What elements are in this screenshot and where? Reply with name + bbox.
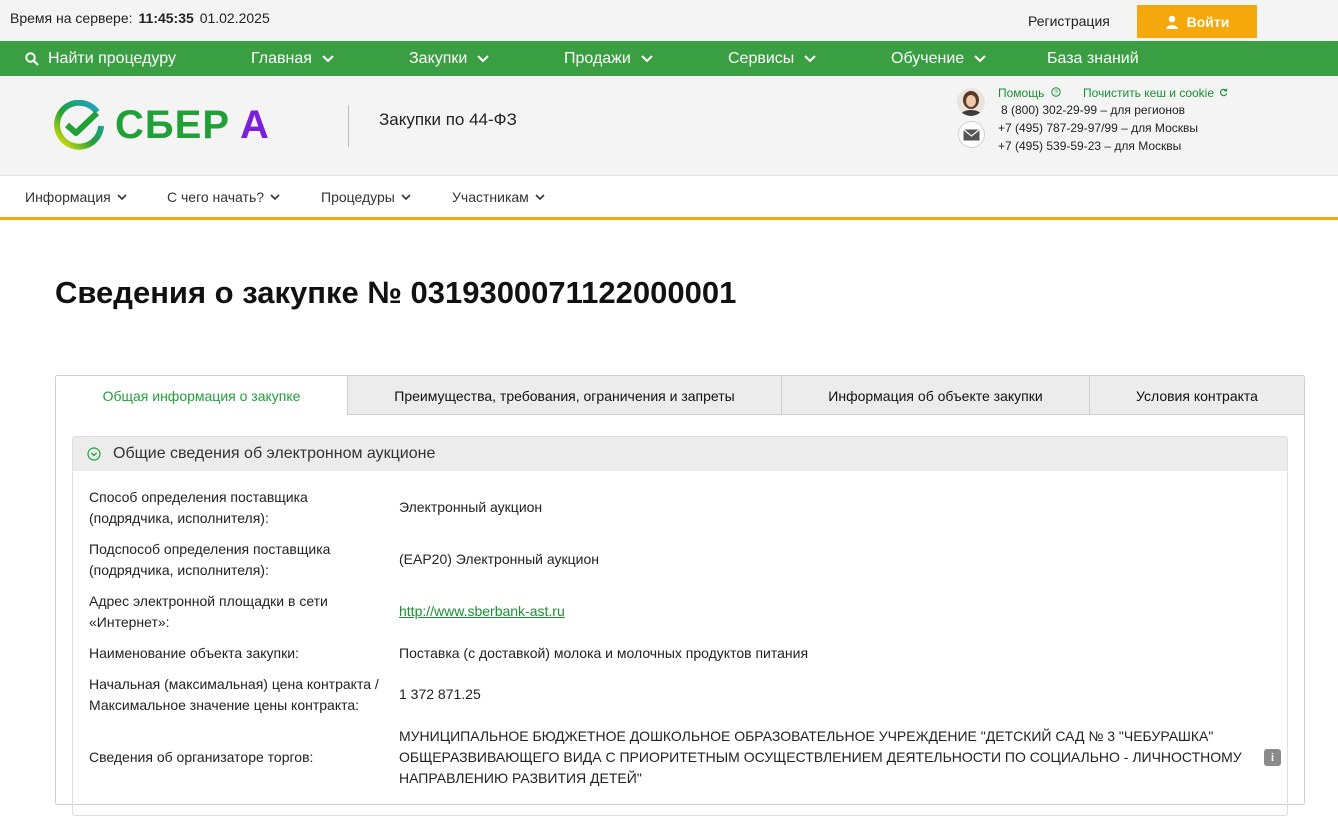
phone-moscow-1: +7 (495) 787-29-97/99 – для Москвы [998,121,1198,135]
subnav-procedures[interactable]: Процедуры [321,177,411,217]
help-circle-icon: ? [1051,87,1061,97]
server-clock: 11:45:35 [138,10,194,26]
field-value: Поставка (с доставкой) молока и молочных… [399,645,809,661]
nav-knowledge-base-label: База знаний [1047,49,1139,67]
server-time: Время на сервере: 11:45:35 01.02.2025 [10,10,270,26]
chevron-down-icon [270,193,280,200]
field-value: МУНИЦИПАЛЬНОЕ БЮДЖЕТНОЕ ДОШКОЛЬНОЕ ОБРАЗ… [399,728,1242,786]
nav-purchases[interactable]: Закупки [409,41,490,76]
tab-general-info[interactable]: Общая информация о закупке [56,376,347,416]
site-subtitle: Закупки по 44-ФЗ [379,110,517,129]
logo-word: СБЕР [115,103,230,147]
nav-purchases-label: Закупки [409,49,468,67]
field-label: Наименование объекта закупки: [89,645,299,661]
tab-bar: Общая информация о закупке Преимущества,… [56,376,1304,416]
field-label: Подспособ определения поставщика (подряд… [89,541,331,578]
site-header: СБЕР А Закупки по 44-ФЗ Помощь ? Почистит… [0,76,1338,176]
help-label: Помощь [998,86,1045,100]
chevron-down-icon [804,54,817,62]
chevron-down-icon [641,54,653,62]
field-label: Сведения об организаторе торгов: [89,749,314,765]
field-value: (ЕАР20) Электронный аукцион [399,551,599,567]
mail-icon[interactable] [958,121,985,148]
login-label: Войти [1186,13,1230,30]
nav-services-label: Сервисы [728,49,795,67]
nav-training[interactable]: Обучение [891,41,986,76]
nav-knowledge-base[interactable]: База знаний [1047,41,1139,76]
collapse-circle-icon [87,447,101,461]
sub-nav: Информация С чего начать? Процедуры Учас… [0,177,1338,220]
platform-link[interactable]: http://www.sberbank-ast.ru [399,601,565,622]
subnav-getting-started-label: С чего начать? [167,189,265,205]
phone-moscow-2: +7 (495) 539-59-23 – для Москвы [998,139,1182,153]
user-icon [1165,15,1178,29]
tab-advantages-requirements[interactable]: Преимущества, требования, ограничения и … [347,376,781,415]
clear-cache-link[interactable]: Почистить кеш и cookie [1083,86,1228,100]
chevron-down-icon [322,54,334,62]
clear-cache-label: Почистить кеш и cookie [1083,86,1215,100]
info-icon[interactable]: i [1264,749,1281,766]
register-link[interactable]: Регистрация [1028,13,1110,29]
support-operator-icon [957,88,985,116]
nav-main-label: Главная [251,49,312,67]
field-label: Адрес электронной площадки в сети «Интер… [89,593,328,630]
sber-a-logo[interactable]: СБЕР А [53,100,283,152]
help-link[interactable]: Помощь ? [998,86,1061,100]
subnav-getting-started[interactable]: С чего начать? [167,177,280,217]
svg-text:?: ? [1054,90,1058,97]
nav-services[interactable]: Сервисы [728,41,817,76]
chevron-down-icon [401,193,411,200]
subnav-information[interactable]: Информация [25,177,127,217]
chevron-down-icon [117,193,127,200]
find-procedure-label: Найти процедуру [48,49,176,67]
nav-sales-label: Продажи [564,49,631,67]
field-value: 1 372 871.25 [399,686,481,702]
header-divider [348,105,349,147]
chevron-down-icon [974,54,986,62]
envelope-icon [963,128,980,140]
refresh-icon [1220,88,1228,97]
top-bar: Время на сервере: 11:45:35 01.02.2025 Рег… [0,0,1338,41]
logo-letter: А [240,103,270,147]
support-avatar [957,88,985,116]
nav-sales[interactable]: Продажи [564,41,653,76]
login-button[interactable]: Войти [1137,5,1257,38]
subnav-information-label: Информация [25,189,111,205]
chevron-down-icon [535,193,545,200]
server-time-label: Время на сервере: [10,10,133,26]
tab-object-info[interactable]: Информация об объекте закупки [781,376,1089,415]
subnav-participants[interactable]: Участникам [452,177,545,217]
nav-main[interactable]: Главная [251,41,334,76]
field-label: Способ определения поставщика (подрядчик… [89,489,308,526]
main-nav: Найти процедуру Главная Закупки Продажи … [0,41,1338,76]
tabs-container: Общая информация о закупке Преимущества,… [55,375,1305,816]
field-value: Электронный аукцион [399,499,543,515]
sber-logo-icon [54,100,104,150]
contacts-block: Помощь ? Почистить кеш и cookie 8 (800) … [957,86,1257,166]
chevron-down-icon [477,54,490,62]
page-title: Сведения о закупке № 0319300071122000001 [55,275,737,310]
subnav-procedures-label: Процедуры [321,189,395,205]
field-label: Начальная (максимальная) цена контракта … [89,676,379,713]
server-date: 01.02.2025 [199,10,270,26]
nav-training-label: Обучение [891,49,965,67]
find-procedure-button[interactable]: Найти процедуру [25,41,176,76]
auction-info-panel: Общие сведения об электронном аукционе С… [72,436,1288,816]
search-icon [25,51,39,66]
panel-header[interactable]: Общие сведения об электронном аукционе [73,437,1287,471]
tab-contract-terms[interactable]: Условия контракта [1089,376,1304,415]
logo-text: СБЕР А [115,103,270,148]
panel-title: Общие сведения об электронном аукционе [113,445,436,462]
phone-regions: 8 (800) 302-29-99 – для регионов [1001,103,1186,117]
subnav-participants-label: Участникам [452,189,529,205]
